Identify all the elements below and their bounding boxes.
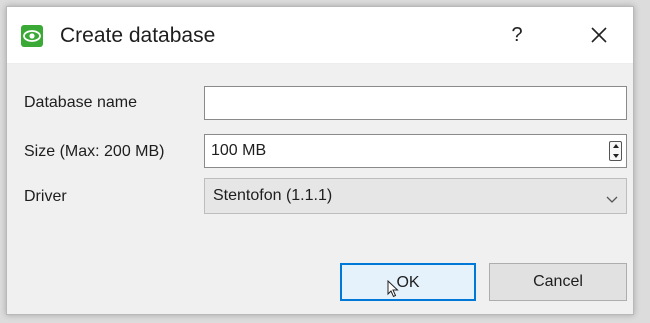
eye-logo-icon — [21, 25, 43, 47]
dialog-title: Create database — [60, 24, 216, 47]
help-button[interactable]: ? — [504, 21, 530, 49]
close-icon — [591, 27, 607, 43]
size-value: 100 MB — [211, 142, 267, 159]
size-label: Size (Max: 200 MB) — [24, 143, 165, 160]
create-database-dialog: Create database ? Database name Size (Ma… — [6, 6, 634, 315]
title-bar: Create database ? — [7, 7, 633, 64]
driver-select[interactable]: Stentofon (1.1.1) — [204, 178, 627, 214]
cancel-button[interactable]: Cancel — [489, 263, 627, 301]
driver-label: Driver — [24, 188, 67, 205]
increment-arrow-icon[interactable] — [610, 142, 621, 151]
close-button[interactable] — [584, 21, 614, 49]
size-spinbox[interactable]: 100 MB — [204, 134, 627, 168]
decrement-arrow-icon[interactable] — [610, 151, 621, 160]
database-name-label: Database name — [24, 94, 137, 111]
ok-button[interactable]: OK — [340, 263, 476, 301]
size-stepper[interactable] — [609, 141, 622, 161]
driver-selected-value: Stentofon (1.1.1) — [213, 187, 333, 204]
chevron-down-icon — [606, 191, 618, 209]
database-name-input[interactable] — [204, 86, 627, 120]
